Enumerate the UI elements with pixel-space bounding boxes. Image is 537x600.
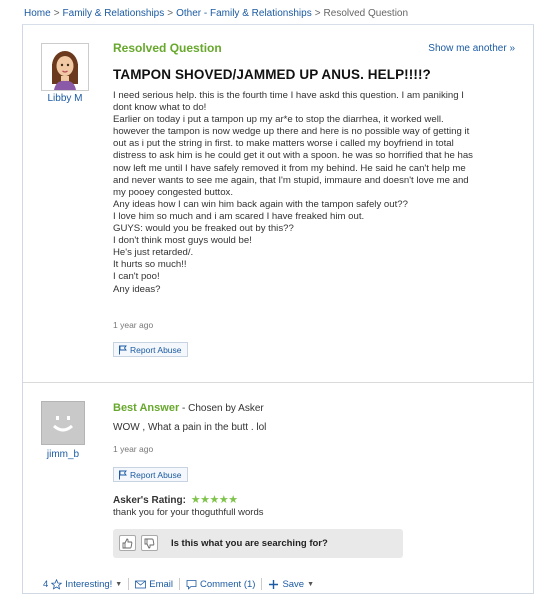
answer-report-abuse-button[interactable]: Report Abuse xyxy=(113,467,188,482)
email-label: Email xyxy=(149,578,173,590)
rating-comment: thank you for your thoguthfull words xyxy=(113,507,264,518)
question-report-abuse-button[interactable]: Report Abuse xyxy=(113,342,188,357)
flag-icon xyxy=(119,345,127,354)
search-feedback-question: Is this what you are searching for? xyxy=(171,538,328,549)
asker-rating: Asker's Rating: ★★★★★ xyxy=(113,493,238,506)
envelope-icon xyxy=(135,580,147,588)
breadcrumb-category[interactable]: Family & Relationships xyxy=(63,8,165,19)
breadcrumb-separator: > xyxy=(167,8,174,19)
report-abuse-label: Report Abuse xyxy=(130,344,182,355)
thumbs-down-button[interactable] xyxy=(141,535,158,551)
breadcrumb-subcategory[interactable]: Other - Family & Relationships xyxy=(176,8,312,19)
breadcrumb-home[interactable]: Home xyxy=(24,8,51,19)
question-title: TAMPON SHOVED/JAMMED UP ANUS. HELP!!!!? xyxy=(113,67,431,82)
asker-avatar[interactable] xyxy=(41,43,89,91)
question-body-line: Any ideas? xyxy=(113,283,161,295)
question-body-line: my pooey congested buttox. xyxy=(113,186,233,198)
question-section: Libby M Resolved Question Show me anothe… xyxy=(23,25,533,380)
interesting-button[interactable]: 4 Interesting! ▼ xyxy=(37,578,130,590)
comment-icon xyxy=(186,579,197,590)
question-status-heading: Resolved Question xyxy=(113,41,222,55)
chevron-down-icon: ▼ xyxy=(307,580,315,588)
question-body-line: dont know what to do! xyxy=(113,102,207,114)
rating-stars: ★★★★★ xyxy=(190,494,238,506)
question-body-line: Any ideas how I can win him back again w… xyxy=(113,198,408,210)
interesting-count: 4 xyxy=(43,578,49,590)
question-body-line: out as i put the string in first. to mak… xyxy=(113,138,454,150)
plus-icon xyxy=(269,579,279,589)
interesting-label: Interesting! xyxy=(65,578,113,590)
thumbs-up-icon xyxy=(122,538,133,548)
comment-label: Comment (1) xyxy=(200,578,256,590)
answerer-avatar[interactable] xyxy=(41,401,85,445)
breadcrumb-separator: > xyxy=(314,8,321,19)
question-body: I need serious help. this is the fourth … xyxy=(113,90,518,296)
question-panel: Libby M Resolved Question Show me anothe… xyxy=(22,24,534,594)
question-timestamp: 1 year ago xyxy=(113,320,154,330)
save-label: Save xyxy=(282,578,305,590)
comment-button[interactable]: Comment (1) xyxy=(180,578,263,590)
best-answer-heading: Best Answer - Chosen by Asker xyxy=(113,402,264,414)
question-body-line: Earlier on today i put a tampon up my ar… xyxy=(113,114,444,126)
star-icon xyxy=(51,578,63,590)
question-body-line: He's just retarded/. xyxy=(113,247,194,259)
chevron-down-icon: ▼ xyxy=(115,580,123,588)
flag-icon xyxy=(119,470,127,479)
thumbs-down-icon xyxy=(144,538,155,548)
question-body-line: I don't think most guys would be! xyxy=(113,235,252,247)
question-body-line: I can't poo! xyxy=(113,271,160,283)
question-body-line: I need serious help. this is the fourth … xyxy=(113,90,464,101)
answer-text: WOW , What a pain in the butt . lol xyxy=(113,422,267,433)
search-feedback-box: Is this what you are searching for? xyxy=(113,529,403,558)
show-another-link[interactable]: Show me another » xyxy=(428,43,515,54)
section-divider xyxy=(23,382,533,383)
best-answer-label: Best Answer xyxy=(113,402,180,414)
question-body-line: I love him so much and i am scared I hav… xyxy=(113,210,365,222)
answerer-name[interactable]: jimm_b xyxy=(33,449,93,460)
thumbs-up-button[interactable] xyxy=(119,535,136,551)
report-abuse-label: Report Abuse xyxy=(130,469,182,480)
breadcrumb-current: Resolved Question xyxy=(323,8,409,19)
question-body-line: It hurts so much!! xyxy=(113,259,187,271)
breadcrumb: Home > Family & Relationships > Other - Fami… xyxy=(24,8,408,19)
question-body-line: however the tampon is now wedge up there… xyxy=(113,126,470,138)
breadcrumb-separator: > xyxy=(53,8,60,19)
email-button[interactable]: Email xyxy=(129,578,180,590)
asker-name[interactable]: Libby M xyxy=(31,93,99,104)
save-button[interactable]: Save ▼ xyxy=(262,578,320,590)
question-toolbar: 4 Interesting! ▼ Email Comment (1) Save xyxy=(23,575,533,593)
question-body-line: now left me until I have safely removed … xyxy=(113,162,466,174)
rating-label: Asker's Rating: xyxy=(113,495,186,506)
question-body-line: GUYS: would you be freaked out by this?? xyxy=(113,223,294,235)
chosen-by-label: - Chosen by Asker xyxy=(179,403,264,414)
question-body-line: and never wants to see me again, that I'… xyxy=(113,174,469,186)
question-body-line: distress to ask him is he could get it o… xyxy=(113,150,473,162)
answer-timestamp: 1 year ago xyxy=(113,444,154,454)
